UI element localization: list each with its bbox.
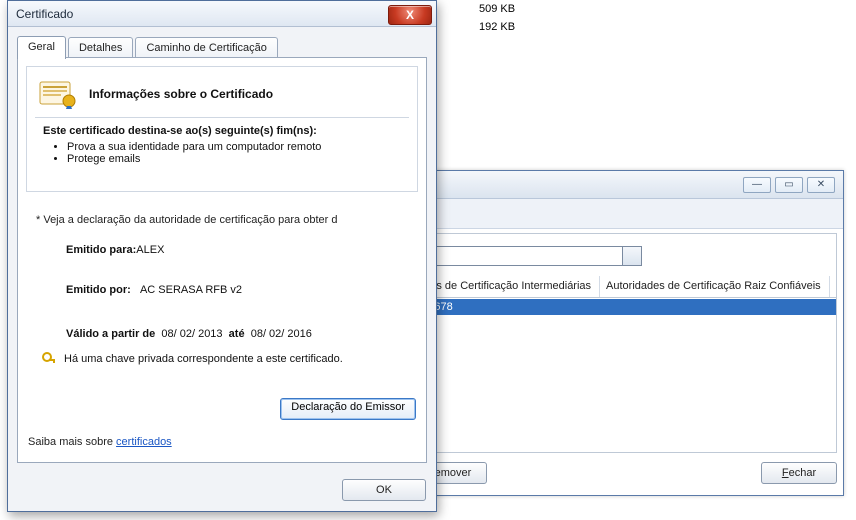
tab-details[interactable]: Detalhes — [68, 37, 133, 59]
cert-info-box: Informações sobre o Certificado Este cer… — [26, 66, 418, 192]
cert-store-tabs: ades de Certificação Intermediárias Auto… — [412, 276, 836, 298]
tab-trusted-root-cas[interactable]: Autoridades de Certificação Raiz Confiáv… — [600, 276, 830, 297]
cert-purposes: Este certificado destina-se ao(s) seguin… — [43, 125, 321, 165]
store-dropdown[interactable] — [412, 246, 642, 266]
cert-store-window: — ▭ ✕ ades de Certificação Intermediária… — [404, 170, 844, 496]
general-panel: Informações sobre o Certificado Este cer… — [17, 57, 427, 463]
learn-more: Saiba mais sobre certificados — [28, 436, 172, 448]
chevron-down-icon — [628, 253, 636, 259]
tab-intermediate-cas[interactable]: ades de Certificação Intermediárias — [412, 276, 600, 297]
bg-file-size: 509 KB — [479, 3, 515, 15]
toolbar — [405, 199, 843, 229]
purpose-item: Prova a sua identidade para um computado… — [67, 141, 321, 153]
certificate-icon — [39, 79, 77, 109]
validity: Válido a partir de 08/ 02/ 2013 até 08/ … — [66, 328, 312, 340]
tab-general[interactable]: Geral — [17, 36, 66, 59]
private-key-row: Há uma chave privada correspondente a es… — [42, 352, 343, 366]
minimize-button[interactable]: — — [743, 177, 771, 193]
window-chrome: — ▭ ✕ — [405, 171, 843, 199]
issuer-statement-button[interactable]: Declaração do Emissor — [280, 398, 416, 420]
issued-to: Emitido para:ALEX — [66, 244, 164, 256]
learn-more-link[interactable]: certificados — [116, 436, 172, 448]
tab-cert-path[interactable]: Caminho de Certificação — [135, 37, 277, 59]
maximize-button[interactable]: ▭ — [775, 177, 803, 193]
cert-list-selected-row[interactable]: 087678 — [412, 299, 836, 315]
titlebar: Certificado X — [8, 1, 436, 27]
window-title: Certificado — [16, 7, 73, 21]
purpose-item: Protege emails — [67, 153, 321, 165]
certificate-dialog: Certificado X Geral Detalhes Caminho de … — [7, 0, 437, 512]
separator — [35, 117, 409, 118]
cert-info-header: Informações sobre o Certificado — [89, 87, 273, 101]
ca-statement-note: * Veja a declaração da autoridade de cer… — [36, 214, 414, 226]
close-dialog-button[interactable]: Fechar — [761, 462, 837, 484]
key-icon — [42, 352, 56, 366]
issued-by: Emitido por: AC SERASA RFB v2 — [66, 284, 242, 296]
close-button[interactable]: ✕ — [807, 177, 835, 193]
close-button[interactable]: X — [388, 5, 432, 25]
cert-store-body: ades de Certificação Intermediárias Auto… — [411, 233, 837, 453]
cert-tabs: Geral Detalhes Caminho de Certificação — [17, 35, 427, 59]
ok-button[interactable]: OK — [342, 479, 426, 501]
bg-file-size: 192 KB — [479, 21, 515, 33]
